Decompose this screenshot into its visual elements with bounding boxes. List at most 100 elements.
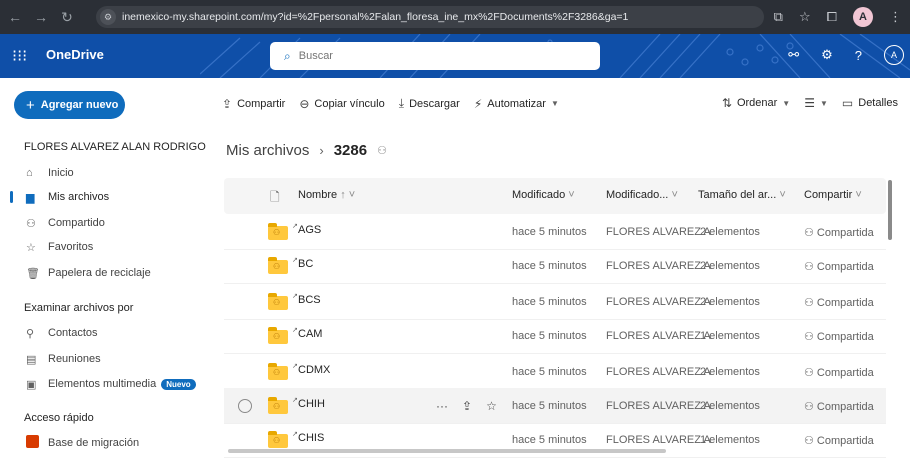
table-row[interactable]: ⚇ ↗ BC hace 5 minutos FLORES ALVAREZ A2 elem… (224, 248, 886, 284)
size-cell: 1 elementos (700, 434, 760, 446)
folder-icon: ⚇ (268, 257, 288, 274)
modified-cell: hace 5 minutos (512, 226, 587, 238)
search-input[interactable] (298, 50, 579, 62)
nav-item-recycle-bin[interactable]: 🗑 Papelera de reciclaje (0, 262, 210, 284)
list-view-icon: ☰ (804, 96, 815, 110)
nav-item-meetings[interactable]: ▤ Reuniones (0, 348, 210, 370)
share-label: Compartir (237, 97, 286, 110)
size-cell: 2 elementos (700, 226, 760, 238)
file-name[interactable]: BCS (298, 294, 321, 306)
url-text[interactable]: inemexico-my.sharepoint.com/my?id=%2Fper… (122, 11, 628, 23)
app-launcher-icon[interactable]: ⁝⁝⁝ (12, 46, 27, 66)
nav-item-shared[interactable]: ⚇ Compartido (0, 212, 210, 234)
file-name[interactable]: CHIS (298, 432, 324, 444)
favorite-star-icon[interactable]: ☆ (486, 399, 497, 413)
column-modified-by-label: Modificado... (606, 189, 669, 201)
column-modified[interactable]: Modificado ˅ (512, 189, 575, 201)
vertical-scrollbar[interactable] (888, 180, 892, 240)
file-name[interactable]: BC (298, 258, 313, 270)
reload-icon[interactable]: ↻ (56, 9, 78, 26)
more-options-icon[interactable]: ··· (436, 399, 448, 413)
table-row[interactable]: ⚇ ↗ AGS hace 5 minutos FLORES ALVAREZ A2 ele… (224, 214, 886, 250)
browser-toolbar: ← → ↻ ⚙ inemexico-my.sharepoint.com/my?i… (0, 0, 910, 34)
browser-profile-avatar[interactable]: A (853, 7, 873, 27)
file-name[interactable]: CHIH (298, 398, 325, 410)
share-network-icon[interactable]: ⚯ (788, 47, 799, 63)
extensions-icon[interactable]: ⧠ (827, 9, 837, 25)
nav-item-contacts[interactable]: ⚲ Contactos (0, 322, 210, 344)
site-info-icon[interactable]: ⚙ (100, 9, 116, 25)
person-icon: ⚲ (26, 327, 35, 340)
new-badge: Nuevo (161, 378, 196, 390)
row-select-radio[interactable] (238, 399, 252, 413)
sharing-cell: ⚇ Compartida (804, 400, 874, 413)
nav-label: Reuniones (48, 353, 101, 365)
download-button[interactable]: ⤓ Descargar (399, 96, 460, 111)
folder-icon: ⚇ (268, 293, 288, 310)
chevron-down-icon: ˅ (568, 189, 575, 201)
table-row[interactable]: ⚇ ↗ CHIH ··· ⇪ ☆ hace 5 minutos FLORES ALVAREZ … (224, 388, 886, 424)
modified-by-cell: FLORES ALVAREZ A (606, 400, 711, 412)
chevron-down-icon: ▼ (819, 98, 828, 108)
view-options-button[interactable]: ☰ ▼ (804, 96, 828, 110)
forward-icon[interactable]: → (30, 9, 52, 25)
breadcrumb-current[interactable]: 3286 (334, 142, 367, 159)
file-name[interactable]: CDMX (298, 364, 330, 376)
browse-section-title: Examinar archivos por (24, 302, 134, 314)
shared-indicator-icon: ↗ (292, 257, 298, 264)
account-avatar[interactable]: A (884, 45, 904, 65)
automate-icon: ⚡ (473, 96, 483, 111)
sharing-label: Compartida (816, 261, 874, 273)
file-type-icon[interactable]: 🗋 (270, 188, 280, 209)
shared-indicator-icon: ↗ (292, 223, 298, 230)
nav-item-media[interactable]: ▣ Elementos multimedia Nuevo (0, 373, 210, 395)
column-name[interactable]: Nombre ↑ ˅ (298, 189, 355, 201)
nav-label: Elementos multimedia (48, 378, 157, 390)
people-icon: ⚇ (26, 217, 36, 230)
chevron-down-icon: ▼ (550, 99, 559, 108)
share-icon[interactable]: ⇪ (462, 399, 472, 413)
table-row[interactable]: ⚇ ↗ CDMX hace 5 minutos FLORES ALVAREZ A2 el… (224, 354, 886, 390)
column-modified-by[interactable]: Modificado... ˅ (606, 189, 678, 201)
plus-icon: + (26, 96, 35, 114)
search-box[interactable]: ⌕ (270, 42, 600, 70)
image-icon: ▣ (26, 378, 37, 391)
nav-item-migration-base[interactable]: Base de migración (0, 432, 210, 454)
table-row[interactable]: ⚇ ↗ CAM hace 5 minutos FLORES ALVAREZ A1 ele… (224, 318, 886, 354)
help-icon[interactable]: ? (855, 48, 862, 63)
chevron-down-icon: ▼ (782, 98, 791, 108)
column-size[interactable]: Tamaño del ar... ˅ (698, 189, 786, 201)
shared-people-icon: ⚇ (377, 145, 387, 157)
app-name[interactable]: OneDrive (46, 47, 104, 62)
cast-icon[interactable]: ⧉ (774, 9, 783, 25)
column-sharing[interactable]: Compartir ˅ (804, 189, 862, 201)
sharing-label: Compartida (816, 331, 874, 343)
file-name[interactable]: CAM (298, 328, 322, 340)
share-button[interactable]: ⇪ Compartir (222, 96, 285, 111)
automate-button[interactable]: ⚡ Automatizar ▼ (474, 96, 559, 111)
address-bar[interactable]: ⚙ inemexico-my.sharepoint.com/my?id=%2Fp… (96, 6, 764, 28)
add-new-button[interactable]: + Agregar nuevo (14, 91, 125, 119)
table-row[interactable]: ⚇ ↗ BCS hace 5 minutos FLORES ALVAREZ A2 ele… (224, 284, 886, 320)
sharing-cell: ⚇ Compartida (804, 330, 874, 343)
copy-link-button[interactable]: ⊖ Copiar vínculo (299, 96, 384, 111)
sort-button[interactable]: ⇅ Ordenar ▼ (722, 96, 790, 110)
nav-item-favorites[interactable]: ☆ Favoritos (0, 236, 210, 258)
bookmark-star-icon[interactable]: ☆ (799, 9, 811, 25)
nav-label: Compartido (48, 217, 105, 229)
trash-icon: 🗑 (26, 267, 40, 280)
horizontal-scrollbar[interactable] (228, 449, 666, 453)
breadcrumb-root[interactable]: Mis archivos (226, 142, 309, 159)
details-button[interactable]: ▭ Detalles (842, 96, 898, 110)
back-icon[interactable]: ← (4, 9, 26, 25)
browser-menu-icon[interactable]: ⋮ (889, 9, 902, 25)
suite-header: ⁝⁝⁝ OneDrive ⌕ ⚯ ⚙ ? A (0, 34, 910, 78)
modified-by-cell: FLORES ALVAREZ A (606, 260, 711, 272)
file-name[interactable]: AGS (298, 224, 321, 236)
nav-item-home[interactable]: ⌂ Inicio (0, 162, 210, 184)
nav-label: Contactos (48, 327, 98, 339)
chevron-down-icon: ˅ (671, 189, 678, 201)
settings-icon[interactable]: ⚙ (821, 47, 833, 63)
nav-item-my-files[interactable]: ▆ Mis archivos (0, 186, 210, 208)
sort-icon: ⇅ (721, 96, 732, 110)
